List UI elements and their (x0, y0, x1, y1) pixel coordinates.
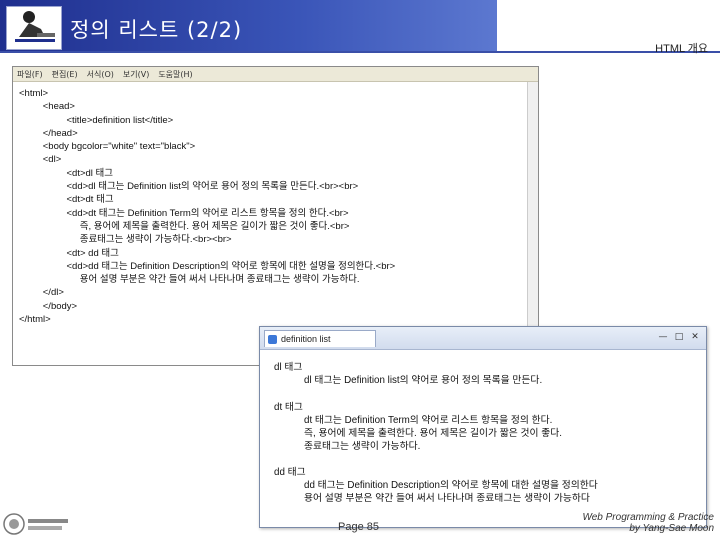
tab-title: definition list (281, 334, 331, 344)
menubar: 파일(F) 편집(E) 서식(O) 보기(V) 도움말(H) (13, 67, 538, 82)
page-number: Page 85 (338, 521, 379, 533)
dl-description: dl 태그는 Definition list의 약어로 용어 정의 목록을 만든… (304, 374, 543, 386)
dd-description: dd 태그는 Definition Description의 약어로 항목에 대… (304, 480, 598, 492)
code-line: <body bgcolor="white" text="black"> (19, 141, 196, 153)
browser-tab[interactable]: definition list (264, 330, 376, 347)
dd-term: dd 태그 (274, 467, 306, 479)
close-icon[interactable]: ✕ (690, 332, 700, 342)
minimize-icon[interactable]: — (658, 332, 668, 342)
code-text[interactable]: <html> <head> <title>definition list</ti… (13, 82, 538, 326)
menu-file[interactable]: 파일(F) (17, 69, 43, 80)
university-seal-icon (3, 513, 68, 535)
code-line: 즉, 용어에 제목을 출력한다. 용어 제목은 길이가 짧은 것이 좋다.<br… (19, 220, 350, 232)
code-line: <html> (19, 88, 49, 99)
menu-view[interactable]: 보기(V) (123, 69, 149, 80)
code-line: </head> (19, 127, 78, 139)
author-name: by Yang-Sae Moon (629, 523, 714, 534)
dd-description: 용어 설명 부분은 약간 들여 써서 나타나며 종료태그는 생략이 가능하다 (304, 493, 590, 505)
code-line: 종료태그는 생략이 가능하다.<br><br> (19, 234, 232, 246)
page-icon (268, 335, 277, 344)
dt-description: 즉, 용어에 제목을 출력한다. 용어 제목은 길이가 짧은 것이 좋다. (304, 427, 562, 439)
menu-edit[interactable]: 편집(E) (52, 69, 78, 80)
code-line: <dt>dl 태그 (19, 167, 114, 179)
credit: Web Programming & Practice by Yang-Sae M… (582, 512, 714, 534)
course-name: Web Programming & Practice (582, 512, 714, 523)
code-line: <dt> dd 태그 (19, 247, 119, 259)
browser-window: definition list — □ ✕ dl 태그 dl 태그는 Defin… (259, 326, 707, 528)
code-line: <dl> (19, 154, 62, 166)
dt-term: dt 태그 (274, 401, 303, 413)
slide-title: 정의 리스트 (2/2) (70, 18, 243, 42)
presenter-logo (6, 6, 62, 50)
menu-format[interactable]: 서식(O) (87, 69, 114, 80)
menu-help[interactable]: 도움말(H) (158, 69, 192, 80)
presenter-icon (15, 11, 55, 42)
code-line: </html> (19, 314, 51, 326)
dt-description: 종료태그는 생략이 가능하다. (304, 440, 421, 452)
code-line: <title>definition list</title> (19, 114, 174, 126)
code-line: <dt>dt 태그 (19, 194, 114, 206)
code-line: <dd>dd 태그는 Definition Description의 약어로 항… (19, 260, 396, 272)
code-line: <dd>dl 태그는 Definition list의 약어로 용어 정의 목록… (19, 181, 359, 193)
browser-tabbar: definition list — □ ✕ (260, 327, 706, 350)
window-controls: — □ ✕ (658, 332, 700, 342)
code-line: </body> (19, 300, 78, 312)
header-divider (0, 51, 720, 53)
code-line: 용어 설명 부분은 약간 들여 써서 나타나며 종료태그는 생략이 가능하다. (19, 274, 360, 286)
section-label: HTML 개요 (655, 43, 708, 55)
notepad-window: 파일(F) 편집(E) 서식(O) 보기(V) 도움말(H) <html> <h… (12, 66, 539, 366)
maximize-icon[interactable]: □ (674, 332, 684, 342)
dt-description: dt 태그는 Definition Term의 약어로 리스트 항목을 정의 한… (304, 414, 553, 426)
vertical-scrollbar[interactable] (527, 82, 538, 365)
rendered-page: dl 태그 dl 태그는 Definition list의 약어로 용어 정의 … (260, 350, 706, 506)
code-line: <dd>dt 태그는 Definition Term의 약어로 리스트 항목을 … (19, 207, 349, 219)
dl-term: dl 태그 (274, 362, 303, 373)
code-line: </dl> (19, 287, 64, 299)
code-line: <head> (19, 101, 75, 113)
